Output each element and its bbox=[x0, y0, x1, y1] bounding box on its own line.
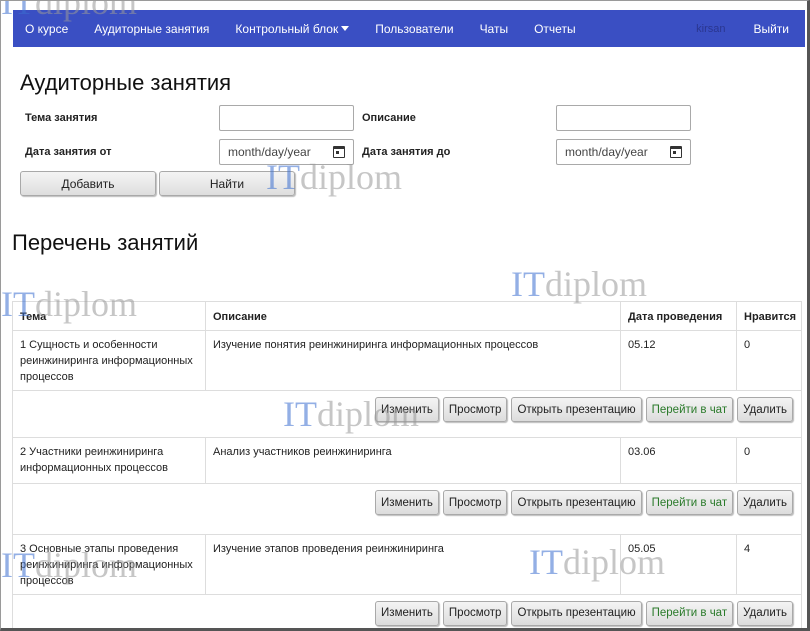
header-description: Описание bbox=[206, 302, 621, 330]
chevron-down-icon bbox=[341, 25, 350, 31]
edit-button[interactable]: Изменить bbox=[375, 397, 439, 422]
row-likes: 0 bbox=[744, 446, 751, 458]
open-presentation-button[interactable]: Открыть презентацию bbox=[511, 397, 642, 422]
header-likes: Нравится bbox=[744, 311, 797, 323]
nav-reports[interactable]: Отчеты bbox=[534, 22, 575, 36]
add-button[interactable]: Добавить bbox=[20, 171, 156, 196]
row-date: 05.05 bbox=[621, 535, 737, 594]
delete-button[interactable]: Удалить bbox=[737, 397, 793, 422]
top-navbar: О курсе Аудиторные занятия Контрольный б… bbox=[13, 10, 805, 47]
row-topic: 1 Сущность и особенности реинжиниринга и… bbox=[13, 331, 206, 390]
calendar-icon[interactable] bbox=[670, 146, 682, 158]
row-actions: Изменить Просмотр Открыть презентацию Пе… bbox=[12, 390, 802, 429]
lessons-list-title: Перечень занятий bbox=[12, 230, 199, 255]
row-likes: 4 bbox=[744, 543, 751, 555]
description-input[interactable] bbox=[556, 105, 691, 131]
row-actions: Изменить Просмотр Открыть презентацию Пе… bbox=[12, 483, 802, 522]
row-date: 05.12 bbox=[621, 331, 737, 390]
nav-username: kirsan bbox=[696, 22, 726, 35]
view-button[interactable]: Просмотр bbox=[442, 600, 508, 626]
nav-about-course[interactable]: О курсе bbox=[25, 22, 68, 36]
row-description: Анализ участников реинжиниринга bbox=[206, 438, 621, 483]
nav-chats[interactable]: Чаты bbox=[480, 22, 509, 36]
date-to-placeholder: month/day/year bbox=[565, 145, 648, 159]
row-description: Изучение понятия реинжиниринга информаци… bbox=[206, 331, 621, 390]
row-actions: Изменить Просмотр Открыть презентацию Пе… bbox=[12, 594, 802, 628]
date-from-input[interactable]: month/day/year bbox=[219, 139, 354, 165]
date-from-label: Дата занятия от bbox=[25, 146, 112, 158]
lessons-table: Тема Описание Дата проведения Нравится 1… bbox=[12, 301, 802, 628]
nav-control-block-label: Контрольный блок bbox=[235, 21, 339, 36]
row-description: Изучение этапов проведения реинжиниринга bbox=[206, 535, 621, 594]
page-frame: О курсе Аудиторные занятия Контрольный б… bbox=[0, 0, 810, 631]
nav-classroom-lessons[interactable]: Аудиторные занятия bbox=[94, 22, 209, 36]
date-to-input[interactable]: month/day/year bbox=[556, 139, 691, 165]
row-topic: 3 Основные этапы проведения реинжиниринг… bbox=[13, 535, 206, 594]
go-to-chat-button[interactable]: Перейти в чат bbox=[645, 490, 734, 515]
table-row: 2 Участники реинжиниринга информационных… bbox=[12, 437, 802, 483]
calendar-icon[interactable] bbox=[333, 146, 345, 158]
table-row: 1 Сущность и особенности реинжиниринга и… bbox=[12, 330, 802, 390]
date-from-placeholder: month/day/year bbox=[228, 145, 311, 159]
watermark-diplom: diplom bbox=[544, 264, 647, 304]
header-date: Дата проведения bbox=[621, 302, 737, 330]
watermark-it: IT bbox=[511, 264, 545, 304]
logout-link[interactable]: Выйти bbox=[753, 22, 789, 36]
page-title: Аудиторные занятия bbox=[20, 70, 232, 95]
watermark: ITdiplom bbox=[511, 263, 647, 305]
nav-control-block[interactable]: Контрольный блок bbox=[235, 21, 350, 36]
nav-users[interactable]: Пользователи bbox=[375, 22, 453, 36]
row-spacer bbox=[12, 429, 802, 437]
edit-button[interactable]: Изменить bbox=[375, 490, 439, 515]
topic-label: Тема занятия bbox=[25, 112, 98, 124]
description-label: Описание bbox=[362, 112, 416, 124]
row-topic: 2 Участники реинжиниринга информационных… bbox=[13, 438, 206, 483]
header-topic: Тема bbox=[13, 302, 206, 330]
go-to-chat-button[interactable]: Перейти в чат bbox=[645, 397, 734, 422]
edit-button[interactable]: Изменить bbox=[375, 600, 439, 626]
row-spacer bbox=[12, 522, 802, 534]
table-header-row: Тема Описание Дата проведения Нравится bbox=[12, 301, 802, 330]
find-button[interactable]: Найти bbox=[159, 171, 295, 196]
row-likes: 0 bbox=[744, 339, 751, 351]
nav-right: kirsan Выйти bbox=[696, 22, 805, 36]
date-to-label: Дата занятия до bbox=[362, 146, 451, 158]
delete-button[interactable]: Удалить bbox=[737, 600, 793, 626]
row-date: 03.06 bbox=[621, 438, 737, 483]
view-button[interactable]: Просмотр bbox=[442, 490, 508, 515]
table-row: 3 Основные этапы проведения реинжиниринг… bbox=[12, 534, 802, 594]
open-presentation-button[interactable]: Открыть презентацию bbox=[511, 600, 642, 626]
go-to-chat-button[interactable]: Перейти в чат bbox=[645, 600, 734, 626]
view-button[interactable]: Просмотр bbox=[442, 397, 508, 422]
topic-input[interactable] bbox=[219, 105, 354, 131]
delete-button[interactable]: Удалить bbox=[737, 490, 793, 515]
open-presentation-button[interactable]: Открыть презентацию bbox=[511, 490, 642, 515]
